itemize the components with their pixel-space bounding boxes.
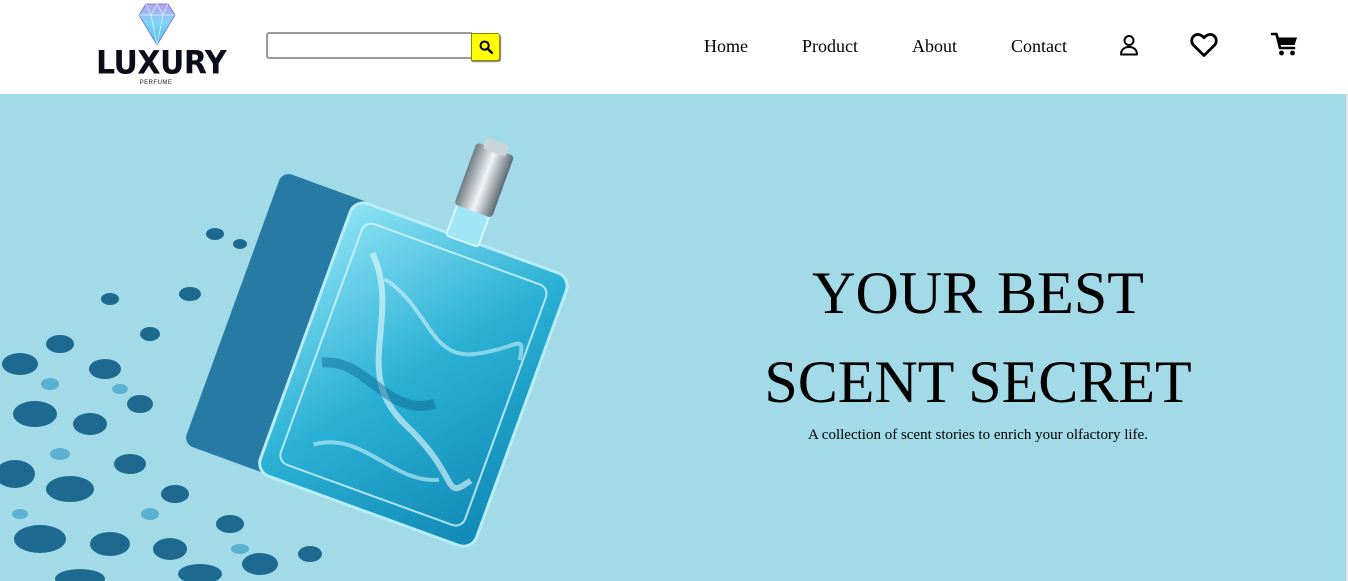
nav-about[interactable]: About — [912, 34, 957, 58]
search-input[interactable] — [266, 32, 472, 59]
diamond-icon — [138, 3, 176, 46]
brand-tagline: PERFUME — [139, 80, 173, 86]
search-button[interactable] — [471, 33, 500, 61]
brand-name: LUXURY — [96, 44, 227, 83]
cart-button[interactable] — [1270, 30, 1300, 58]
search-icon — [479, 40, 493, 54]
perfume-bottle-image — [0, 138, 569, 581]
account-button[interactable] — [1117, 33, 1141, 57]
nav-contact[interactable]: Contact — [1011, 34, 1067, 58]
hero-title: YOUR BEST SCENT SECRET — [700, 249, 1256, 427]
heart-icon — [1190, 33, 1218, 57]
cart-icon — [1271, 32, 1297, 56]
search-bar — [266, 32, 500, 61]
hero-title-line-1: YOUR BEST — [812, 260, 1144, 326]
hero-banner: YOUR BEST SCENT SECRET A collection of s… — [0, 94, 1348, 581]
hero-subtitle: A collection of scent stories to enrich … — [808, 427, 1148, 443]
hero-title-line-2: SCENT SECRET — [764, 349, 1192, 415]
site-header: LUXURY PERFUME Home Product About Contac… — [0, 0, 1348, 94]
brand-logo[interactable]: LUXURY PERFUME — [96, 2, 227, 90]
user-icon — [1120, 35, 1138, 56]
wishlist-button[interactable] — [1189, 30, 1219, 60]
nav-home[interactable]: Home — [704, 34, 748, 58]
nav-product[interactable]: Product — [802, 34, 858, 58]
